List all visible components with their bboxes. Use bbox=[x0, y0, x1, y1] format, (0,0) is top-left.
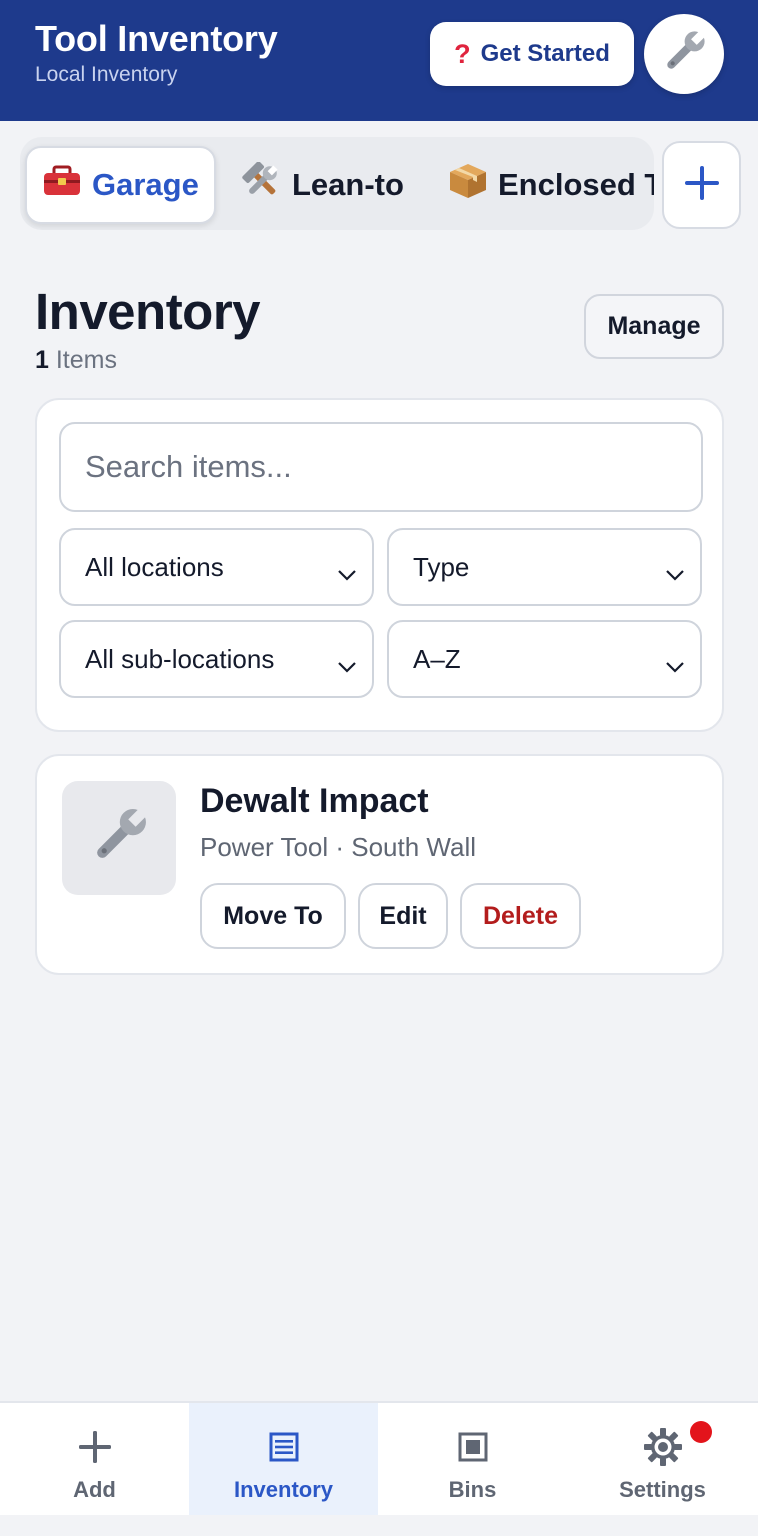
location-tabs: Garage Lean-to Enclosed T bbox=[20, 137, 654, 230]
get-started-button[interactable]: ? Get Started bbox=[430, 22, 634, 86]
chevron-down-icon bbox=[664, 650, 686, 681]
nav-label: Settings bbox=[619, 1477, 706, 1502]
chevron-down-icon bbox=[336, 650, 358, 681]
item-count-label: Items bbox=[55, 346, 117, 374]
nav-inventory[interactable]: Inventory bbox=[189, 1403, 378, 1517]
location-select-value: All locations bbox=[85, 551, 224, 582]
add-location-button[interactable] bbox=[662, 141, 741, 229]
plus-icon bbox=[682, 163, 722, 208]
item-meta: Power Tool · South Wall bbox=[200, 832, 477, 862]
type-select[interactable]: Type bbox=[387, 528, 702, 606]
toolbox-icon bbox=[42, 165, 82, 205]
filter-panel: Search items... All locations Type All s… bbox=[35, 398, 724, 732]
app-title: Tool Inventory bbox=[35, 18, 278, 59]
question-mark-icon: ? bbox=[454, 38, 471, 69]
bottom-nav: Add Inventory Bins Settings bbox=[0, 1401, 758, 1517]
sub-location-select-value: All sub-locations bbox=[85, 643, 275, 674]
page-title: Inventory bbox=[35, 283, 261, 340]
bin-icon bbox=[457, 1425, 489, 1469]
move-to-button[interactable]: Move To bbox=[200, 883, 346, 949]
location-select[interactable]: All locations bbox=[59, 528, 374, 606]
nav-label: Bins bbox=[448, 1477, 497, 1502]
delete-button[interactable]: Delete bbox=[460, 883, 581, 949]
wrench-icon bbox=[658, 26, 710, 83]
wrench-icon bbox=[85, 802, 153, 875]
nav-settings[interactable]: Settings bbox=[568, 1403, 757, 1517]
item-name: Dewalt Impact bbox=[200, 782, 429, 820]
notification-badge bbox=[690, 1421, 712, 1443]
package-icon bbox=[448, 162, 488, 208]
tab-label: Lean-to bbox=[292, 167, 404, 202]
manage-button[interactable]: Manage bbox=[584, 294, 724, 359]
nav-add[interactable]: Add bbox=[0, 1403, 189, 1517]
system-bar-strip bbox=[0, 1515, 758, 1536]
app-subtitle: Local Inventory bbox=[35, 63, 178, 86]
tab-garage[interactable]: Garage bbox=[25, 146, 216, 224]
get-started-label: Get Started bbox=[480, 40, 610, 67]
chevron-down-icon bbox=[336, 558, 358, 589]
type-select-value: Type bbox=[413, 551, 470, 582]
tab-label: Enclosed T bbox=[498, 167, 654, 202]
item-count-number: 1 bbox=[35, 346, 49, 374]
sub-location-select[interactable]: All sub-locations bbox=[59, 620, 374, 698]
tab-enclosed[interactable]: Enclosed T bbox=[448, 146, 654, 224]
item-thumbnail bbox=[62, 781, 176, 895]
plus-icon bbox=[77, 1425, 113, 1469]
list-icon bbox=[268, 1425, 300, 1469]
sort-select-value: A–Z bbox=[413, 643, 461, 674]
list-item[interactable]: Dewalt Impact Power Tool · South Wall Mo… bbox=[35, 754, 724, 975]
sort-select[interactable]: A–Z bbox=[387, 620, 702, 698]
edit-button[interactable]: Edit bbox=[358, 883, 448, 949]
nav-label: Inventory bbox=[233, 1477, 334, 1502]
hammer-and-wrench-icon bbox=[242, 161, 282, 208]
item-count: 1 Items bbox=[35, 346, 117, 375]
search-input[interactable]: Search items... bbox=[59, 422, 703, 512]
tab-label: Garage bbox=[92, 167, 199, 202]
nav-bins[interactable]: Bins bbox=[378, 1403, 567, 1517]
app-header: Tool Inventory Local Inventory ? Get Sta… bbox=[0, 0, 758, 121]
tab-lean-to[interactable]: Lean-to bbox=[242, 146, 404, 224]
search-placeholder: Search items... bbox=[85, 449, 292, 484]
chevron-down-icon bbox=[664, 558, 686, 589]
avatar[interactable] bbox=[644, 14, 724, 94]
nav-label: Add bbox=[73, 1477, 116, 1502]
gear-icon bbox=[643, 1425, 683, 1469]
